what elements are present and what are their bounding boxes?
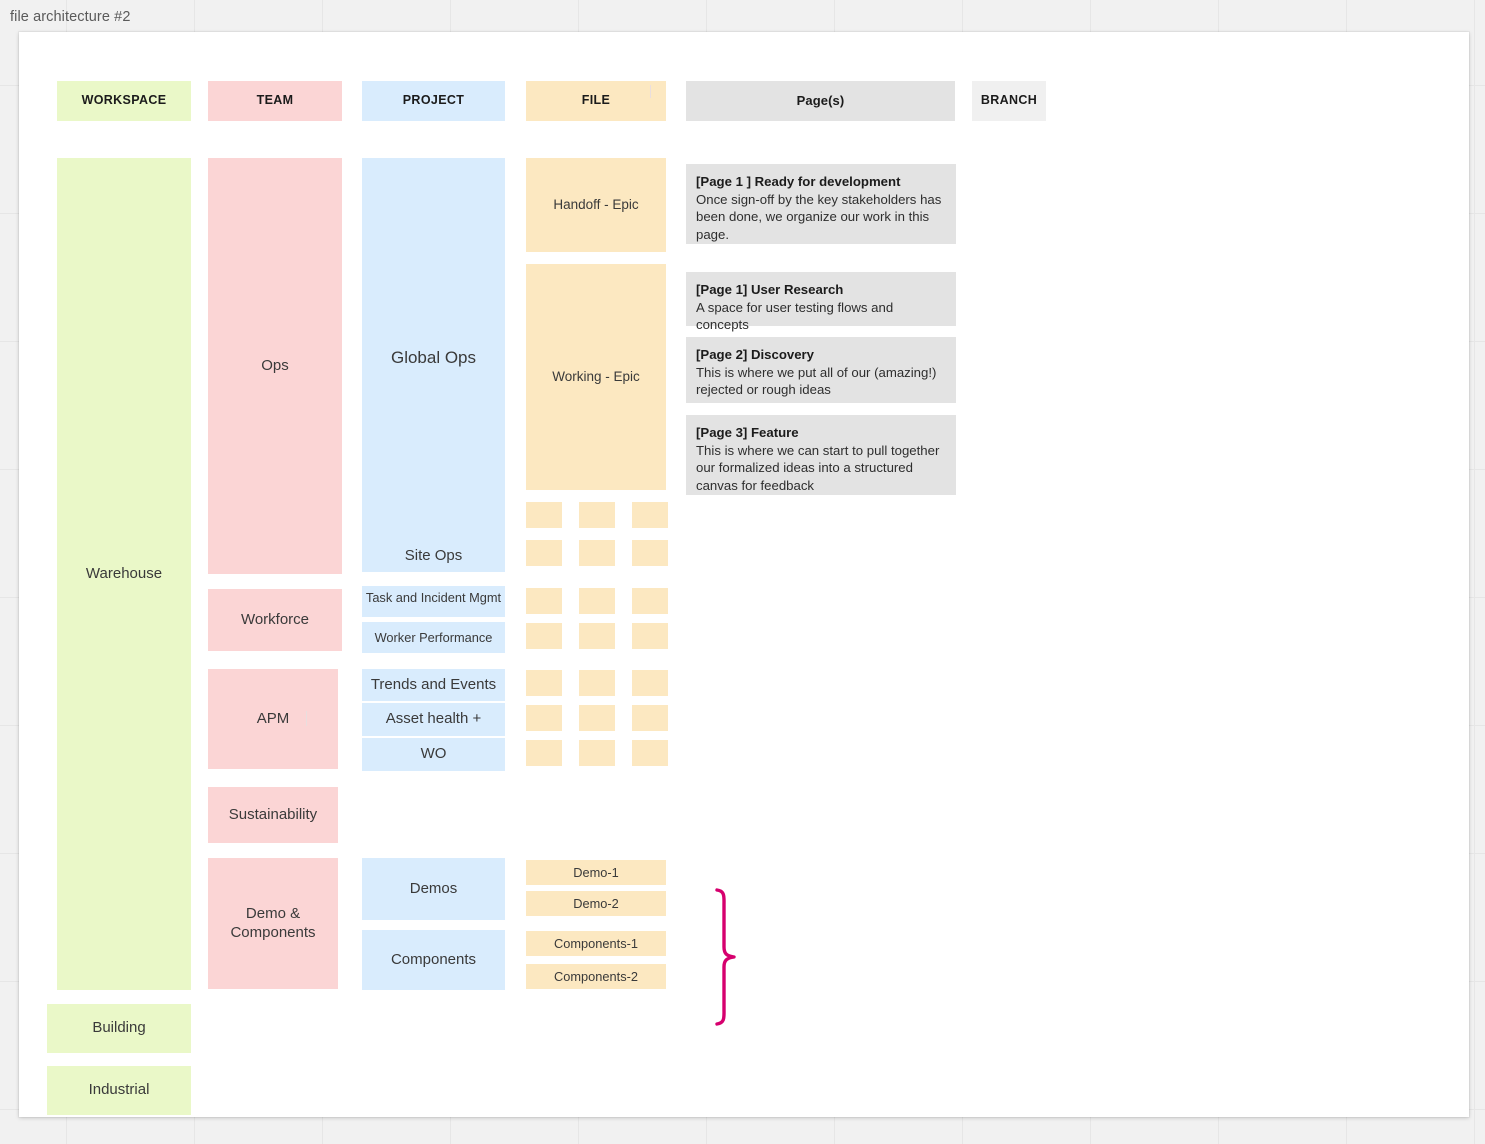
page-card-description: Once sign-off by the key stakeholders ha… (696, 191, 942, 242)
project-worker-performance-label: Worker Performance (374, 629, 493, 645)
apm-tick (306, 711, 307, 726)
file-components-2-label: Components-2 (554, 968, 638, 984)
file-empty[interactable] (526, 540, 562, 566)
page-card-feature[interactable]: [Page 3] Feature This is where we can st… (686, 415, 956, 495)
project-wo-label: WO (420, 745, 447, 763)
file-empty[interactable] (526, 705, 562, 731)
column-header-project[interactable]: PROJECT (362, 81, 505, 121)
page-card-ready-for-development[interactable]: [Page 1 ] Ready for development Once sig… (686, 164, 956, 244)
team-demo-components-label: Demo & Components (230, 904, 316, 941)
team-sustainability[interactable]: Sustainability (208, 787, 338, 843)
project-task-incident-mgmt[interactable]: Task and Incident Mgmt (362, 586, 505, 617)
project-site-ops-label: Site Ops (404, 546, 463, 564)
file-empty[interactable] (579, 623, 615, 649)
file-empty[interactable] (579, 588, 615, 614)
diagram-frame: WORKSPACE TEAM PROJECT FILE Page(s) BRAN… (19, 32, 1469, 1117)
file-demo-2-label: Demo-2 (573, 895, 619, 911)
file-components-2[interactable]: Components-2 (526, 964, 666, 989)
file-empty[interactable] (632, 623, 668, 649)
team-workforce[interactable]: Workforce (208, 589, 342, 651)
column-header-workspace[interactable]: WORKSPACE (57, 81, 191, 121)
file-empty[interactable] (632, 502, 668, 528)
project-asset-health-label: Asset health + (385, 710, 482, 728)
project-components[interactable]: Components (362, 930, 505, 990)
file-demo-1-label: Demo-1 (573, 864, 619, 880)
project-components-label: Components (390, 950, 477, 968)
file-components-1[interactable]: Components-1 (526, 931, 666, 956)
project-worker-performance[interactable]: Worker Performance (362, 622, 505, 653)
column-header-branch[interactable]: BRANCH (972, 81, 1046, 121)
page-card-user-research[interactable]: [Page 1] User Research A space for user … (686, 272, 956, 332)
file-components-1-label: Components-1 (554, 935, 638, 951)
file-empty[interactable] (579, 502, 615, 528)
file-working-epic-label: Working - Epic (552, 368, 640, 384)
file-header-tick (650, 85, 651, 98)
grouping-brace-icon (715, 888, 736, 1026)
page-card-title: [Page 3] Feature (696, 425, 799, 440)
file-title: file architecture #2 (10, 9, 131, 25)
project-global-ops-label: Global Ops (390, 348, 477, 368)
page-card-title: [Page 1 ] Ready for development (696, 174, 901, 189)
file-working-epic[interactable]: Working - Epic (526, 264, 666, 490)
page-card-description: This is where we put all of our (amazing… (696, 364, 937, 398)
team-ops-label: Ops (261, 356, 289, 374)
file-empty[interactable] (526, 502, 562, 528)
board-canvas: file architecture #2 WORKSPACE TEAM PROJ… (0, 0, 1485, 1144)
project-task-incident-mgmt-label: Task and Incident Mgmt (365, 590, 502, 605)
workspace-building-label: Building (92, 1019, 146, 1037)
file-demo-1[interactable]: Demo-1 (526, 860, 666, 885)
project-site-ops[interactable]: Site Ops (362, 540, 505, 572)
file-empty[interactable] (526, 670, 562, 696)
file-empty[interactable] (526, 740, 562, 766)
workspace-warehouse-label: Warehouse (85, 564, 163, 582)
file-empty[interactable] (526, 623, 562, 649)
page-card-title: [Page 2] Discovery (696, 347, 815, 362)
workspace-industrial-label: Industrial (88, 1081, 150, 1099)
file-handoff-epic[interactable]: Handoff - Epic (526, 158, 666, 252)
page-card-title: [Page 1] User Research (696, 282, 844, 297)
column-header-file[interactable]: FILE (526, 81, 666, 121)
project-trends-and-events-label: Trends and Events (370, 675, 497, 693)
team-ops[interactable]: Ops (208, 158, 342, 574)
page-card-description: A space for user testing flows and conce… (696, 299, 894, 333)
page-card-discovery[interactable]: [Page 2] Discovery This is where we put … (686, 337, 956, 403)
team-workforce-label: Workforce (240, 610, 310, 628)
team-sustainability-label: Sustainability (228, 805, 318, 823)
file-empty[interactable] (632, 540, 668, 566)
file-empty[interactable] (526, 588, 562, 614)
file-empty[interactable] (579, 740, 615, 766)
project-asset-health[interactable]: Asset health + (362, 703, 505, 736)
project-wo[interactable]: WO (362, 738, 505, 771)
team-demo-components[interactable]: Demo & Components (208, 858, 338, 989)
file-empty[interactable] (632, 740, 668, 766)
workspace-building[interactable]: Building (47, 1004, 191, 1053)
file-empty[interactable] (579, 670, 615, 696)
file-empty[interactable] (632, 705, 668, 731)
file-empty[interactable] (579, 540, 615, 566)
team-apm-label: APM (256, 709, 290, 727)
page-card-description: This is where we can start to pull toget… (696, 442, 940, 493)
workspace-warehouse[interactable]: Warehouse (57, 158, 191, 990)
file-empty[interactable] (632, 670, 668, 696)
project-global-ops[interactable]: Global Ops (362, 158, 505, 558)
project-demos-label: Demos (409, 879, 458, 897)
file-handoff-epic-label: Handoff - Epic (553, 196, 639, 212)
file-empty[interactable] (632, 588, 668, 614)
file-demo-2[interactable]: Demo-2 (526, 891, 666, 916)
workspace-industrial[interactable]: Industrial (47, 1066, 191, 1115)
column-header-pages[interactable]: Page(s) (686, 81, 955, 121)
project-demos[interactable]: Demos (362, 858, 505, 920)
team-apm[interactable]: APM (208, 669, 338, 769)
file-empty[interactable] (579, 705, 615, 731)
project-trends-and-events[interactable]: Trends and Events (362, 669, 505, 701)
column-header-team[interactable]: TEAM (208, 81, 342, 121)
